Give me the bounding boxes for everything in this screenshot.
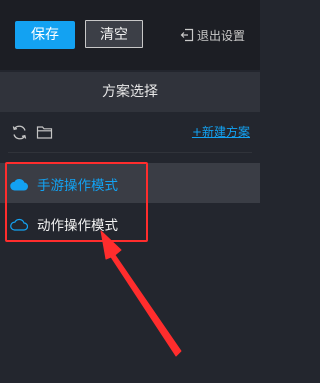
exit-settings-link[interactable]: 退出设置 [180, 26, 245, 44]
top-toolbar: 保存 清空 退出设置 [0, 0, 260, 70]
clear-button[interactable]: 清空 [85, 20, 143, 48]
scheme-list: 手游操作模式 动作操作模式 [0, 163, 260, 243]
cloud-icon [10, 216, 29, 235]
exit-settings-label: 退出设置 [197, 28, 246, 43]
exit-icon [180, 28, 194, 42]
scheme-tools: +新建方案 [0, 114, 260, 150]
cloud-icon [10, 176, 28, 195]
section-title: 方案选择 [0, 72, 260, 112]
scheme-item-label: 动作操作模式 [37, 218, 118, 234]
save-button[interactable]: 保存 [15, 21, 75, 49]
scheme-item-mobile-game[interactable]: 手游操作模式 [0, 163, 260, 203]
new-scheme-link[interactable]: +新建方案 [192, 123, 250, 140]
scheme-item-action[interactable]: 动作操作模式 [0, 203, 260, 243]
refresh-icon[interactable] [11, 124, 28, 145]
folder-icon[interactable] [36, 124, 53, 144]
divider [8, 152, 252, 153]
scheme-item-label: 手游操作模式 [37, 178, 118, 194]
